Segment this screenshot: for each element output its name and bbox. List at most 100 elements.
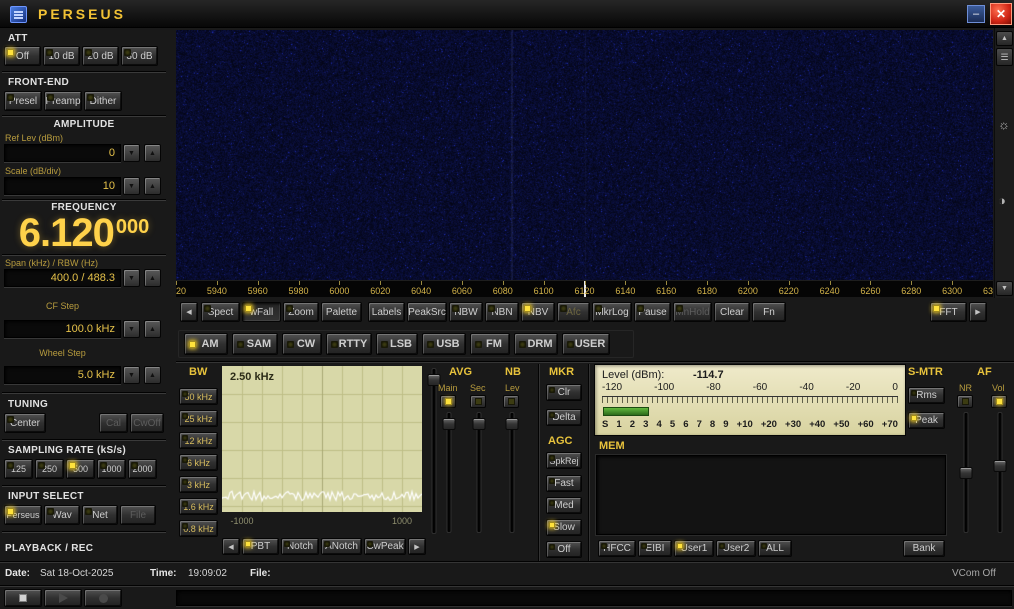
- bw-50khz-button[interactable]: 50 kHz: [179, 388, 218, 405]
- peaksrc-button[interactable]: PeakSrc: [407, 302, 447, 322]
- nb-lev-toggle[interactable]: [503, 395, 519, 408]
- span-up-button[interactable]: ▲: [144, 269, 161, 287]
- wheel-step-down-button[interactable]: ▼: [123, 366, 140, 384]
- waterfall-scrollbar-thumb[interactable]: ☰: [996, 48, 1013, 66]
- af-nr-toggle[interactable]: [957, 395, 973, 408]
- nbn-button[interactable]: NBN: [485, 302, 519, 322]
- af-vol-slider[interactable]: [992, 412, 1007, 533]
- waterfall-brightness-icon[interactable]: ☼: [998, 118, 1010, 131]
- tuning-cwoff-button[interactable]: CwOff: [130, 413, 164, 433]
- agc-slow-button[interactable]: Slow: [546, 519, 582, 536]
- agc-med-button[interactable]: Med: [546, 497, 582, 514]
- tuning-center-button[interactable]: Center: [4, 413, 46, 433]
- att-off-button[interactable]: Off: [4, 46, 41, 66]
- zoom-button[interactable]: Zoom: [283, 302, 319, 322]
- passband-plot[interactable]: [222, 366, 422, 512]
- mode-fm-button[interactable]: FM: [470, 333, 510, 355]
- avg-sec-toggle[interactable]: [470, 395, 486, 408]
- mode-cw-button[interactable]: CW: [282, 333, 322, 355]
- waterfall-scroll-down-button[interactable]: ▼: [996, 281, 1013, 296]
- notch-button[interactable]: Notch: [281, 538, 319, 555]
- anotch-button[interactable]: ANotch: [321, 538, 362, 555]
- mem-all-button[interactable]: ALL: [758, 540, 792, 557]
- nbw-button[interactable]: NBW: [449, 302, 483, 322]
- slider-handle[interactable]: [472, 418, 485, 430]
- avg-main-slider[interactable]: [441, 412, 456, 533]
- slider-handle[interactable]: [959, 467, 972, 479]
- af-nr-slider[interactable]: [958, 412, 973, 533]
- mode-sam-button[interactable]: SAM: [232, 333, 278, 355]
- span-down-button[interactable]: ▼: [123, 269, 140, 287]
- waterfall-display[interactable]: [176, 30, 993, 280]
- nbv-button[interactable]: NBV: [521, 302, 555, 322]
- cf-step-down-button[interactable]: ▼: [123, 320, 140, 338]
- presel-button[interactable]: Presel: [4, 91, 42, 111]
- file-progress-bar[interactable]: [176, 590, 1012, 606]
- mode-lsb-button[interactable]: LSB: [376, 333, 418, 355]
- waterfall-scroll-up-button[interactable]: ▲: [996, 31, 1013, 46]
- att-30db-button[interactable]: 30 dB: [121, 46, 158, 66]
- mode-user-button[interactable]: USER: [562, 333, 610, 355]
- mode-rtty-button[interactable]: RTTY: [326, 333, 372, 355]
- frequency-scale[interactable]: 5920594059605980600060206040606060806100…: [176, 280, 993, 297]
- play-button[interactable]: [44, 589, 82, 607]
- mkr-clr-button[interactable]: Clr: [546, 384, 582, 401]
- att-10db-button[interactable]: 10 dB: [43, 46, 80, 66]
- mkrlog-button[interactable]: MkrLog: [592, 302, 632, 322]
- slider-handle[interactable]: [442, 418, 455, 430]
- palette-button[interactable]: Palette: [321, 302, 362, 322]
- pbt-button[interactable]: PBT: [242, 538, 279, 555]
- fn-button[interactable]: Fn: [752, 302, 786, 322]
- input-wav-button[interactable]: Wav: [44, 505, 80, 525]
- smtr-rms-button[interactable]: Rms: [908, 387, 945, 404]
- avg-sec-slider[interactable]: [471, 412, 486, 533]
- bw-6khz-button[interactable]: 6 kHz: [179, 454, 218, 471]
- mem-user1-button[interactable]: User1: [674, 540, 714, 557]
- afc-button[interactable]: Afc: [557, 302, 590, 322]
- ref-level-up-button[interactable]: ▲: [144, 144, 161, 162]
- cwpeak-button[interactable]: CwPeak: [364, 538, 406, 555]
- rate-125-button[interactable]: 125: [4, 459, 33, 479]
- stop-button[interactable]: [4, 589, 42, 607]
- toolbar-scroll-right-button[interactable]: ▶: [969, 302, 987, 322]
- labels-button[interactable]: Labels: [368, 302, 405, 322]
- dither-button[interactable]: Dither: [84, 91, 122, 111]
- slider-handle[interactable]: [993, 460, 1006, 472]
- tuning-cal-button[interactable]: Cal: [99, 413, 128, 433]
- bw-25khz-button[interactable]: 25 kHz: [179, 410, 218, 427]
- pause-button[interactable]: Pause: [634, 302, 671, 322]
- cf-step-up-button[interactable]: ▲: [144, 320, 161, 338]
- spect-button[interactable]: Spect: [201, 302, 240, 322]
- rate-1000-button[interactable]: 1000: [97, 459, 126, 479]
- mode-am-button[interactable]: AM: [184, 333, 228, 355]
- bw-3khz-button[interactable]: 3 kHz: [179, 476, 218, 493]
- agc-off-button[interactable]: Off: [546, 541, 582, 558]
- mnhold-button[interactable]: MnHold: [673, 302, 712, 322]
- frequency-display[interactable]: 6.120 000: [0, 212, 168, 256]
- bw-12khz-button[interactable]: 12 kHz: [179, 432, 218, 449]
- agc-fast-button[interactable]: Fast: [546, 475, 582, 492]
- close-button[interactable]: ✕: [990, 3, 1012, 25]
- mode-usb-button[interactable]: USB: [422, 333, 466, 355]
- rate-2000-button[interactable]: 2000: [128, 459, 157, 479]
- mkr-delta-button[interactable]: Delta: [546, 409, 582, 426]
- ref-level-down-button[interactable]: ▼: [123, 144, 140, 162]
- input-net-button[interactable]: Net: [82, 505, 118, 525]
- input-file-button[interactable]: File: [120, 505, 156, 525]
- bw-0-8khz-button[interactable]: 0.8 kHz: [179, 520, 218, 537]
- mem-hfcc-button[interactable]: HFCC: [598, 540, 636, 557]
- mem-eibi-button[interactable]: EIBI: [638, 540, 672, 557]
- af-vol-toggle[interactable]: [991, 395, 1007, 408]
- waterfall-contrast-icon[interactable]: ◑: [998, 194, 1006, 207]
- scale-down-button[interactable]: ▼: [123, 177, 140, 195]
- smtr-peak-button[interactable]: Peak: [908, 412, 945, 429]
- wheel-step-up-button[interactable]: ▲: [144, 366, 161, 384]
- bw-1-6khz-button[interactable]: 1.6 kHz: [179, 498, 218, 515]
- att-20db-button[interactable]: 20 dB: [82, 46, 119, 66]
- mem-bank-button[interactable]: Bank: [903, 540, 945, 557]
- bw-scroll-left-button[interactable]: ◀: [222, 538, 240, 555]
- avg-main-toggle[interactable]: [440, 395, 456, 408]
- scale-field[interactable]: 10: [4, 177, 121, 195]
- slider-handle[interactable]: [505, 418, 518, 430]
- rate-500-button[interactable]: 500: [66, 459, 95, 479]
